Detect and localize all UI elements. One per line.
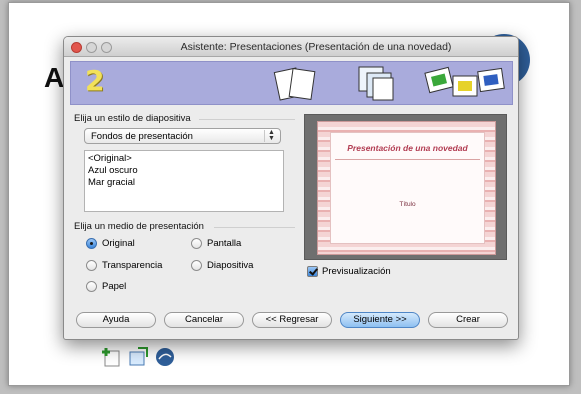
style-list[interactable]: <Original> Azul oscuro Mar gracial — [84, 150, 284, 212]
preview-checkbox-label: Previsualización — [322, 266, 391, 277]
new-slide-icon[interactable] — [100, 346, 122, 368]
medium-option-diapositiva[interactable]: Diapositiva — [191, 260, 253, 271]
radio-icon[interactable] — [86, 281, 97, 292]
style-category-value: Fondos de presentación — [91, 131, 193, 142]
medium-option-original[interactable]: Original — [86, 238, 135, 249]
medium-option-pantalla[interactable]: Pantalla — [191, 238, 241, 249]
background-heading-letter: A — [44, 62, 65, 93]
slide-preview-panel: Presentación de una novedad Título — [304, 114, 507, 260]
cancel-button[interactable]: Cancelar — [164, 312, 244, 328]
preview-checkbox-row[interactable]: Previsualización — [307, 266, 391, 277]
wizard-banner: 2 — [70, 61, 513, 105]
checkbox-checked-icon[interactable] — [307, 266, 318, 277]
slides-icon — [424, 66, 505, 97]
medium-option-label: Transparencia — [102, 260, 163, 271]
medium-section-divider — [214, 227, 295, 228]
radio-icon[interactable] — [191, 260, 202, 271]
medium-option-label: Diapositiva — [207, 260, 254, 271]
medium-option-papel[interactable]: Papel — [86, 281, 126, 292]
style-category-select[interactable]: Fondos de presentación ▲ ▼ — [84, 128, 281, 144]
next-button[interactable]: Siguiente >> — [340, 312, 420, 328]
list-item[interactable]: Azul oscuro — [88, 165, 280, 177]
style-section-divider — [199, 119, 295, 120]
presentation-wizard-dialog: Asistente: Presentaciones (Presentación … — [63, 36, 519, 340]
style-section-label: Elija un estilo de diapositiva — [74, 113, 191, 124]
step-number: 2 — [85, 64, 105, 97]
pages-icon — [273, 67, 316, 101]
create-button[interactable]: Crear — [428, 312, 508, 328]
zoom-window-button[interactable] — [101, 42, 112, 53]
transparencies-icon — [358, 66, 394, 101]
radio-icon[interactable] — [86, 260, 97, 271]
back-button[interactable]: << Regresar — [252, 312, 332, 328]
list-item[interactable]: <Original> — [88, 153, 280, 165]
help-button[interactable]: Ayuda — [76, 312, 156, 328]
list-item[interactable]: Mar gracial — [88, 177, 280, 189]
preview-slide-subtitle: Título — [399, 201, 416, 208]
preview-slide-content: Presentación de una novedad Título — [330, 132, 485, 244]
minimize-window-button[interactable] — [86, 42, 97, 53]
slide-layout-icon[interactable] — [128, 346, 150, 368]
medium-option-label: Pantalla — [207, 238, 242, 249]
medium-option-label: Papel — [102, 281, 127, 292]
select-arrows-icon: ▲ ▼ — [264, 129, 278, 142]
preview-title-underline — [335, 159, 480, 160]
dialog-titlebar[interactable]: Asistente: Presentaciones (Presentación … — [64, 37, 518, 57]
medium-option-transparencia[interactable]: Transparencia — [86, 260, 162, 271]
dialog-title: Asistente: Presentaciones (Presentación … — [180, 41, 452, 53]
preview-slide-title: Presentación de una novedad — [347, 143, 468, 153]
medium-option-label: Original — [102, 238, 135, 249]
slideshow-icon[interactable] — [154, 346, 176, 368]
background-toolbar — [100, 346, 180, 372]
close-window-button[interactable] — [71, 42, 82, 53]
medium-section-label: Elija un medio de presentación — [74, 221, 204, 232]
radio-selected-icon[interactable] — [86, 238, 97, 249]
preview-slide: Presentación de una novedad Título — [317, 121, 496, 255]
radio-icon[interactable] — [191, 238, 202, 249]
